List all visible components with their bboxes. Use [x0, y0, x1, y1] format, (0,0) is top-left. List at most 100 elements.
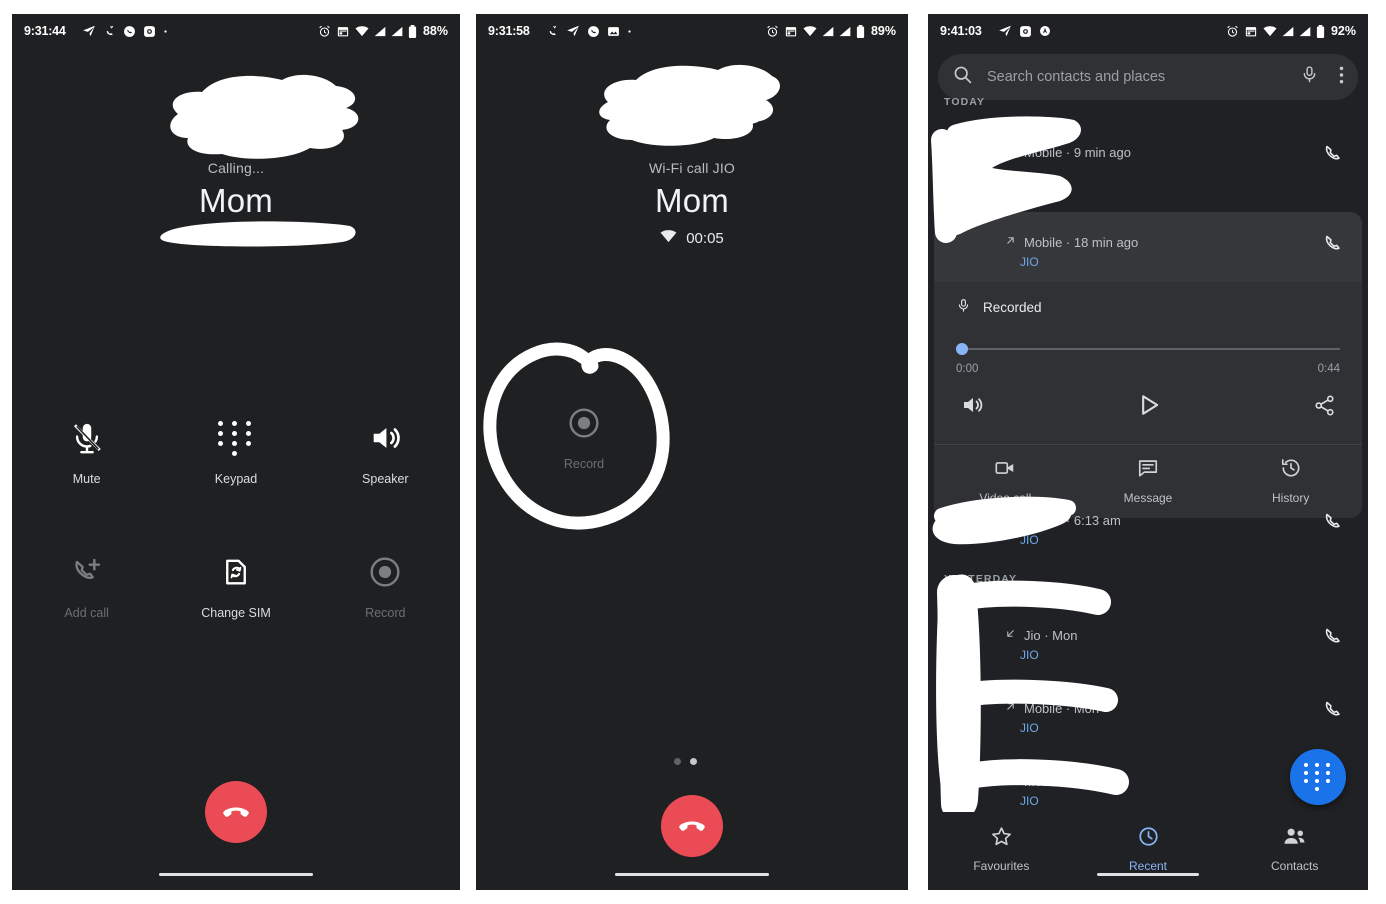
- table-row[interactable]: Mobile · 6:13 am JIO: [928, 482, 1368, 556]
- status-bar: 9:41:03 92%: [928, 14, 1368, 48]
- phone-icon[interactable]: [1322, 142, 1346, 171]
- control-record[interactable]: Record: [526, 397, 642, 471]
- row-meta: Mobile · 9 min ago: [1004, 144, 1131, 160]
- call-outgoing-icon: [1004, 234, 1017, 250]
- calendar-icon: [1244, 25, 1258, 38]
- signal-icon: [1299, 26, 1311, 37]
- elapsed-time: 0:00: [956, 363, 979, 375]
- wifi-icon: [355, 25, 369, 37]
- section-header-today: TODAY: [944, 96, 986, 108]
- phone-icon[interactable]: [1322, 232, 1346, 261]
- sim-badge: JIO: [1020, 794, 1039, 808]
- call-header: Wi-Fi call JIO Mom 00:05: [476, 160, 908, 247]
- phone-icon[interactable]: [1322, 698, 1346, 727]
- row-meta: Mobile · 18 min ago: [1004, 234, 1138, 250]
- phone-icon: [587, 25, 600, 38]
- message-icon: [1137, 460, 1159, 483]
- page-dot[interactable]: [674, 758, 681, 765]
- control-label: Mute: [72, 472, 101, 486]
- record-icon: [311, 546, 460, 598]
- table-row[interactable]: Jio · Mon JIO: [928, 599, 1368, 673]
- calendar-icon: [784, 25, 798, 38]
- control-label: Speaker: [362, 472, 409, 486]
- redaction-scribble-avatar: [599, 64, 780, 146]
- share-icon[interactable]: [1313, 394, 1336, 422]
- control-mute[interactable]: Mute: [12, 412, 161, 486]
- volume-up-icon[interactable]: [960, 393, 984, 422]
- nav-recent[interactable]: Recent: [1075, 825, 1222, 873]
- control-speaker[interactable]: Speaker: [311, 412, 460, 486]
- wifi-icon: [1263, 25, 1277, 37]
- navigation-icon: [82, 24, 96, 38]
- call-end-icon: [679, 821, 705, 831]
- alarm-icon: [1226, 25, 1239, 38]
- call-incoming-icon: [1004, 627, 1017, 643]
- control-label: Add call: [64, 606, 109, 620]
- more-vert-icon[interactable]: [1339, 65, 1344, 90]
- control-change-sim[interactable]: Change SIM: [161, 546, 310, 620]
- call-end-icon: [223, 807, 249, 817]
- control-add-call[interactable]: Add call: [12, 546, 161, 620]
- status-time: 9:31:44: [24, 24, 66, 38]
- navigation-icon: [566, 24, 580, 38]
- status-time: 9:41:03: [940, 24, 982, 38]
- expanded-call-card: Mobile · 18 min ago JIO Recorded 0:00 0:…: [934, 212, 1362, 518]
- page-dot-active[interactable]: [690, 758, 697, 765]
- panel-incall-dialing: 9:31:44 88% Calling... Mom Mute Keypad S…: [12, 14, 460, 890]
- status-bar: 9:31:44 88%: [12, 14, 460, 48]
- nav-contacts[interactable]: Contacts: [1221, 825, 1368, 873]
- sim-badge: JIO: [1020, 721, 1039, 735]
- call-outgoing-icon: [1004, 773, 1017, 789]
- dialpad-icon: [161, 412, 310, 464]
- alarm-icon: [766, 25, 779, 38]
- call-missed-icon: [546, 25, 559, 38]
- phone-icon[interactable]: [1322, 510, 1346, 539]
- record-icon: [526, 397, 642, 449]
- calendar-icon: [336, 25, 350, 38]
- end-call-button[interactable]: [661, 795, 723, 857]
- playback-slider[interactable]: [956, 342, 1340, 356]
- play-icon[interactable]: [1135, 391, 1163, 424]
- slider-knob[interactable]: [956, 343, 968, 355]
- call-status-text: Calling...: [207, 160, 265, 176]
- panel-recents: 9:41:03 92% Search contacts and places T…: [928, 14, 1368, 890]
- mic-icon[interactable]: [1300, 65, 1319, 89]
- photos-icon: [143, 25, 156, 38]
- photos-icon: [607, 25, 620, 38]
- home-indicator: [159, 873, 313, 876]
- search-bar[interactable]: Search contacts and places: [938, 54, 1358, 100]
- end-call-button[interactable]: [205, 781, 267, 843]
- nav-favourites[interactable]: Favourites: [928, 825, 1075, 873]
- control-label: Change SIM: [201, 606, 271, 620]
- search-icon: [952, 64, 973, 90]
- call-duration: 00:05: [686, 230, 724, 247]
- phone-icon[interactable]: [1322, 625, 1346, 654]
- caller-name: Mom: [655, 182, 729, 219]
- table-row-selected[interactable]: Mobile · 18 min ago JIO: [934, 212, 1362, 282]
- photos-icon: [1019, 25, 1032, 38]
- nav-label: Favourites: [973, 859, 1030, 873]
- call-status-text: Wi-Fi call JIO: [648, 160, 735, 176]
- row-meta: Mobile · Mon: [1004, 700, 1099, 716]
- recording-title: Recorded: [983, 299, 1042, 315]
- screenshot-stage: 9:31:44 88% Calling... Mom Mute Keypad S…: [0, 0, 1386, 904]
- row-meta: Mobile · Mon: [1004, 773, 1099, 789]
- control-label: Record: [365, 606, 406, 620]
- battery-percent: 88%: [422, 24, 448, 38]
- recording-player: Recorded 0:00 0:44: [934, 282, 1362, 444]
- home-indicator: [615, 873, 769, 876]
- table-row[interactable]: Mobile · 9 min ago: [928, 118, 1368, 192]
- signal-icon: [1282, 26, 1294, 37]
- status-time: 9:31:58: [488, 24, 530, 38]
- nav-label: Recent: [1128, 859, 1168, 873]
- slider-track: [956, 348, 1340, 350]
- control-record[interactable]: Record: [311, 546, 460, 620]
- dialpad-fab[interactable]: [1290, 749, 1346, 805]
- sim-badge: JIO: [1020, 255, 1039, 269]
- table-row[interactable]: Mobile · Mon JIO: [928, 672, 1368, 746]
- control-keypad[interactable]: Keypad: [161, 412, 310, 486]
- call-controls-grid: Mute Keypad Speaker Add call Change SIM …: [12, 412, 460, 620]
- battery-percent: 89%: [870, 24, 896, 38]
- signal-icon: [391, 26, 403, 37]
- search-input[interactable]: Search contacts and places: [987, 69, 1300, 85]
